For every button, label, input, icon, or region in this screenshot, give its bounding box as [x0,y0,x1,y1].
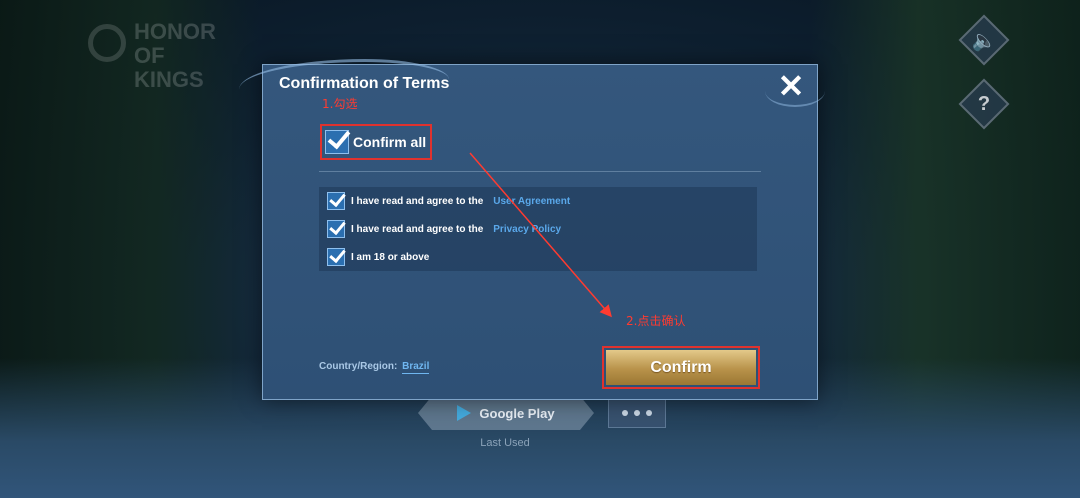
annotation-arrow-line [469,152,612,318]
annotation-arrow [469,152,612,318]
